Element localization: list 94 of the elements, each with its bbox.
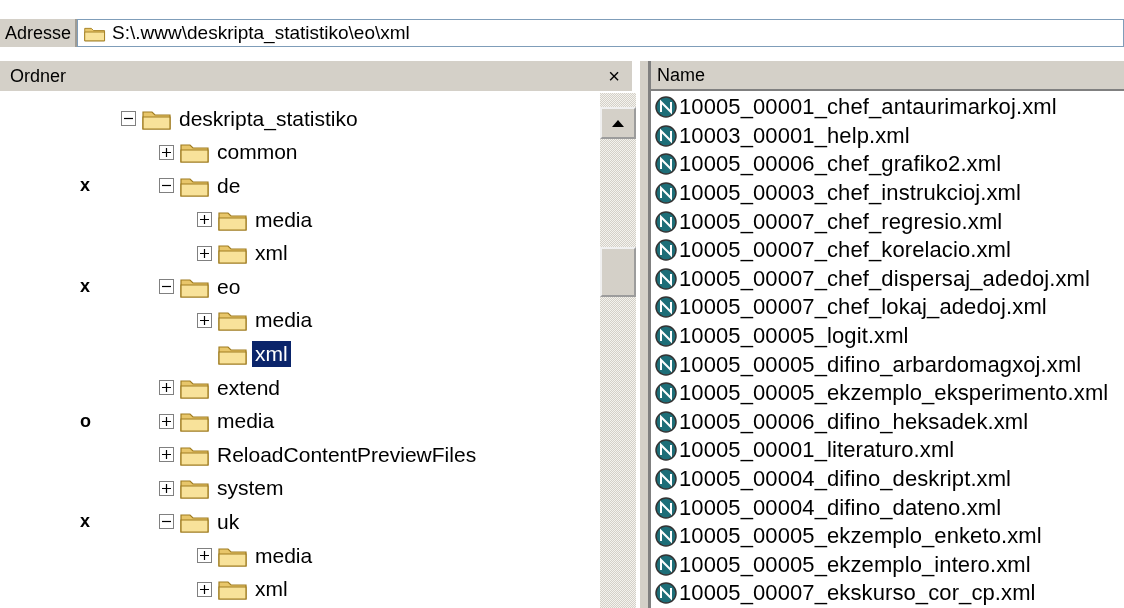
collapse-toggle[interactable] xyxy=(121,111,136,127)
folder-icon xyxy=(180,410,210,433)
scroll-thumb[interactable] xyxy=(600,247,636,297)
collapse-toggle[interactable] xyxy=(159,279,174,295)
file-name[interactable]: 10005_00005_ekzemplo_eksperimento.xml xyxy=(679,380,1109,407)
folder-icon xyxy=(180,175,210,197)
file-name[interactable]: 10005_00007_ekskurso_cor_cp.xml xyxy=(679,580,1036,607)
up-arrow-icon xyxy=(612,119,624,127)
globe-icon xyxy=(655,382,677,405)
scrollbar[interactable] xyxy=(600,93,636,608)
file-name[interactable]: 10005_00007_chef_lokaj_adedoj.xml xyxy=(679,294,1047,321)
folder-item[interactable]: eo xyxy=(214,273,244,300)
file-name[interactable]: 10005_00005_difino_arbardomagxoj.xml xyxy=(679,351,1082,378)
globe-icon xyxy=(655,267,677,290)
row-marker: x xyxy=(80,511,90,533)
folder-icon xyxy=(218,578,248,601)
folder-item[interactable]: common xyxy=(214,139,301,166)
collapse-toggle[interactable] xyxy=(159,178,174,194)
expand-toggle[interactable] xyxy=(159,447,174,463)
file-name[interactable]: 10005_00007_chef_regresio.xml xyxy=(679,208,1003,235)
globe-icon xyxy=(655,439,677,462)
expand-toggle[interactable] xyxy=(197,312,212,328)
folder-item[interactable]: media xyxy=(252,542,316,569)
plus-icon xyxy=(162,416,171,426)
plus-icon xyxy=(200,551,209,560)
globe-icon xyxy=(655,325,677,348)
expand-toggle[interactable] xyxy=(159,144,174,160)
row-marker: o xyxy=(80,410,91,432)
folder-item[interactable]: media xyxy=(252,206,316,233)
file-name[interactable]: 10003_00001_help.xml xyxy=(679,122,910,149)
folder-item[interactable]: ReloadContentPreviewFiles xyxy=(214,441,480,468)
globe-icon xyxy=(655,468,677,490)
plus-icon xyxy=(200,215,209,225)
folder-icon xyxy=(180,141,210,164)
plus-icon xyxy=(162,450,171,460)
file-name[interactable]: 10005_00001_chef_antaurimarkoj.xml xyxy=(679,94,1057,121)
folder-item[interactable]: xml xyxy=(252,340,291,367)
folder-item[interactable]: de xyxy=(214,173,244,199)
file-name[interactable]: 10005_00007_chef_dispersaj_adedoj.xml xyxy=(679,265,1090,292)
plus-icon xyxy=(200,315,209,325)
globe-icon xyxy=(655,525,677,548)
globe-icon xyxy=(655,582,677,605)
globe-icon xyxy=(655,124,677,147)
folder-icon xyxy=(180,477,210,500)
row-marker: x xyxy=(80,175,90,197)
row-marker: x xyxy=(80,276,90,298)
close-button[interactable]: × xyxy=(606,66,622,86)
column-title[interactable]: Name xyxy=(657,64,705,86)
folder-item[interactable]: xml xyxy=(252,576,291,603)
expand-toggle[interactable] xyxy=(159,380,174,396)
pane-title: Ordner xyxy=(10,65,67,87)
folder-item[interactable]: xml xyxy=(252,240,291,267)
globe-icon xyxy=(655,239,677,262)
file-name[interactable]: 10005_00001_literaturo.xml xyxy=(679,437,955,464)
folder-item[interactable]: system xyxy=(214,475,287,502)
folder-item[interactable]: media xyxy=(252,307,316,334)
globe-icon xyxy=(655,296,677,319)
folder-icon xyxy=(218,242,248,265)
address-field[interactable]: S:\.www\deskripta_statistiko\eo\xml xyxy=(77,19,1124,47)
scroll-up-button[interactable] xyxy=(600,107,636,139)
folder-item[interactable]: media xyxy=(214,408,278,435)
globe-icon xyxy=(655,153,677,176)
plus-icon xyxy=(162,483,171,493)
collapse-toggle[interactable] xyxy=(159,514,174,530)
file-name[interactable]: 10005_00007_chef_korelacio.xml xyxy=(679,237,1011,264)
plus-icon xyxy=(162,147,171,157)
file-name[interactable]: 10005_00004_difino_deskript.xml xyxy=(679,466,1012,492)
folder-item[interactable]: deskripta_statistiko xyxy=(176,105,361,132)
file-name[interactable]: 10005_00005_ekzemplo_enketo.xml xyxy=(679,523,1042,550)
folder-item[interactable]: extend xyxy=(214,374,284,401)
expand-toggle[interactable] xyxy=(159,413,174,429)
globe-icon xyxy=(655,96,677,119)
plus-icon xyxy=(200,248,209,258)
file-name[interactable]: 10005_00005_logit.xml xyxy=(679,323,909,350)
globe-icon xyxy=(655,210,677,233)
expand-toggle[interactable] xyxy=(197,581,212,597)
file-name[interactable]: 10005_00006_chef_grafiko2.xml xyxy=(679,151,1002,178)
globe-icon xyxy=(655,496,677,519)
expand-toggle[interactable] xyxy=(159,480,174,496)
globe-icon xyxy=(655,353,677,376)
file-name[interactable]: 10005_00003_chef_instrukcioj.xml xyxy=(679,180,1021,207)
folder-item[interactable]: uk xyxy=(214,508,243,535)
expand-toggle[interactable] xyxy=(197,548,212,563)
file-name[interactable]: 10005_00006_difino_heksadek.xml xyxy=(679,408,1029,435)
plus-icon xyxy=(200,584,209,594)
file-name[interactable]: 10005_00005_ekzemplo_intero.xml xyxy=(679,551,1031,578)
folder-icon xyxy=(218,309,248,332)
plus-icon xyxy=(162,383,171,393)
expand-toggle[interactable] xyxy=(197,245,212,261)
globe-icon xyxy=(655,410,677,433)
globe-icon xyxy=(655,182,677,205)
globe-icon xyxy=(655,553,677,576)
expand-toggle[interactable] xyxy=(197,212,212,228)
file-name[interactable]: 10005_00004_difino_dateno.xml xyxy=(679,494,1002,521)
